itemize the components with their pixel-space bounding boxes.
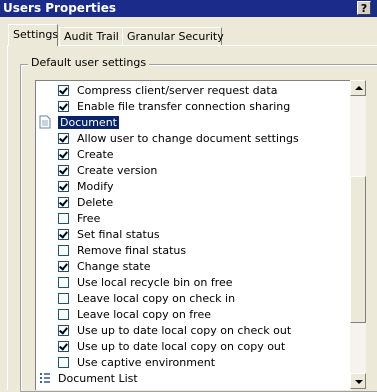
checkbox[interactable] bbox=[58, 100, 69, 112]
tree-item-leave-local-copy-on-check-in[interactable]: Leave local copy on check in bbox=[58, 290, 235, 306]
tree-node-label: Document List bbox=[58, 371, 138, 385]
tree-item-label: Remove final status bbox=[77, 243, 187, 257]
tree-node-label: Document bbox=[58, 115, 119, 129]
tree-item-label: Change state bbox=[77, 259, 151, 273]
tree-item-label: Leave local copy on free bbox=[77, 307, 211, 321]
tree-scrollbar[interactable] bbox=[350, 80, 366, 389]
group-legend: Default user settings bbox=[28, 56, 150, 69]
tree-item-set-final-status[interactable]: Set final status bbox=[58, 226, 160, 242]
tree-item-label: Allow user to change document settings bbox=[77, 131, 299, 145]
checkbox[interactable] bbox=[58, 132, 69, 144]
tree-item-label: Enable file transfer connection sharing bbox=[77, 99, 291, 113]
scroll-down-button[interactable] bbox=[350, 373, 366, 389]
document-icon bbox=[39, 115, 51, 129]
arrow-up-icon bbox=[355, 86, 363, 90]
tab-settings[interactable]: Settings bbox=[8, 24, 58, 46]
tree-item-allow-user-to-change-document-settings[interactable]: Allow user to change document settings bbox=[58, 130, 299, 146]
tree-item-free[interactable]: Free bbox=[58, 210, 100, 226]
checkbox[interactable] bbox=[58, 324, 69, 336]
tree-item-label: Create version bbox=[77, 163, 158, 177]
checkbox[interactable] bbox=[58, 180, 69, 192]
tree-item-label: Delete bbox=[77, 195, 114, 209]
checkbox[interactable] bbox=[58, 356, 69, 368]
checkbox[interactable] bbox=[58, 276, 69, 288]
checkbox[interactable] bbox=[58, 260, 69, 272]
checkbox[interactable] bbox=[58, 164, 69, 176]
checkbox[interactable] bbox=[58, 228, 69, 240]
checkbox[interactable] bbox=[58, 196, 69, 208]
tree-item-compress-client-server-request-data[interactable]: Compress client/server request data bbox=[58, 82, 277, 98]
tree-item-label: Use up to date local copy on copy out bbox=[77, 339, 286, 353]
arrow-down-icon bbox=[355, 380, 363, 384]
tree-item-label: Compress client/server request data bbox=[77, 83, 278, 97]
tree-item-create-version[interactable]: Create version bbox=[58, 162, 157, 178]
tree-item-label: Modify bbox=[77, 179, 114, 193]
checkbox[interactable] bbox=[58, 212, 69, 224]
tab-granular-security[interactable]: Granular Security bbox=[122, 27, 224, 45]
checkbox[interactable] bbox=[58, 84, 69, 96]
tree-item-create[interactable]: Create bbox=[58, 146, 114, 162]
list-icon bbox=[40, 373, 50, 383]
tree-item-enable-file-transfer-connection-sharing[interactable]: Enable file transfer connection sharing bbox=[58, 98, 290, 114]
tab-audit-trail[interactable]: Audit Trail bbox=[59, 27, 123, 45]
tree-item-use-local-recycle-bin-on-free[interactable]: Use local recycle bin on free bbox=[58, 274, 233, 290]
tree-item-label: Free bbox=[77, 211, 101, 225]
tree-node-document[interactable]: Document bbox=[39, 114, 119, 130]
checkbox[interactable] bbox=[58, 148, 69, 160]
tree-item-remove-final-status[interactable]: Remove final status bbox=[58, 242, 186, 258]
title-bar: Users Properties ? bbox=[0, 0, 377, 17]
tree-item-label: Use up to date local copy on check out bbox=[77, 323, 292, 337]
help-button[interactable]: ? bbox=[357, 1, 371, 15]
tree-item-label: Use local recycle bin on free bbox=[77, 275, 233, 289]
scroll-thumb[interactable] bbox=[350, 176, 366, 323]
tree-item-delete[interactable]: Delete bbox=[58, 194, 113, 210]
tree-item-label: Set final status bbox=[77, 227, 160, 241]
tree-item-use-up-to-date-local-copy-on-check-out[interactable]: Use up to date local copy on check out bbox=[58, 322, 291, 338]
checkbox[interactable] bbox=[58, 340, 69, 352]
tree-item-use-captive-environment[interactable]: Use captive environment bbox=[58, 354, 215, 370]
window-title: Users Properties bbox=[3, 1, 116, 15]
tree-item-label: Leave local copy on check in bbox=[77, 291, 236, 305]
tree-item-modify[interactable]: Modify bbox=[58, 178, 113, 194]
tree-item-label: Use captive environment bbox=[77, 355, 216, 369]
scroll-up-button[interactable] bbox=[350, 80, 366, 96]
settings-tree[interactable]: Compress client/server request data Enabl… bbox=[35, 80, 351, 390]
checkbox[interactable] bbox=[58, 244, 69, 256]
checkbox[interactable] bbox=[58, 308, 69, 320]
tree-item-use-up-to-date-local-copy-on-copy-out[interactable]: Use up to date local copy on copy out bbox=[58, 338, 285, 354]
tree-node-document-list[interactable]: Document List bbox=[39, 370, 138, 386]
checkbox[interactable] bbox=[58, 292, 69, 304]
tree-item-change-state[interactable]: Change state bbox=[58, 258, 150, 274]
tree-item-label: Create bbox=[77, 147, 114, 161]
tree-item-leave-local-copy-on-free[interactable]: Leave local copy on free bbox=[58, 306, 211, 322]
